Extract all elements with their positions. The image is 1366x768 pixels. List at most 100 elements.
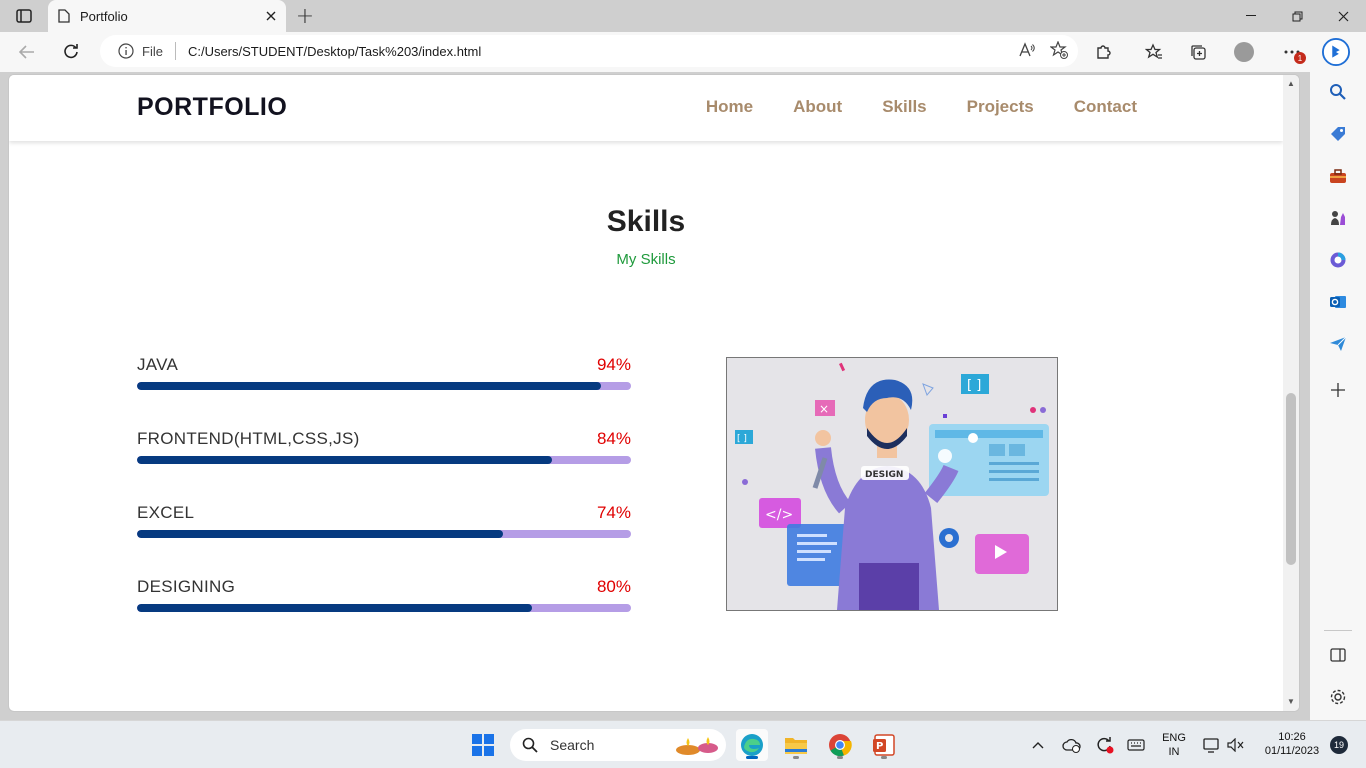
skill-progress-bar bbox=[137, 530, 631, 538]
sidebar-tools-button[interactable] bbox=[1324, 162, 1352, 190]
skill-item: EXCEL 74% bbox=[137, 501, 631, 538]
clock[interactable]: 10:26 01/11/2023 bbox=[1252, 730, 1332, 758]
skills-illustration: [ ] [ ] </> × DESIGN bbox=[726, 357, 1058, 611]
tray-overflow-button[interactable] bbox=[1024, 729, 1052, 761]
new-tab-button[interactable]: + bbox=[292, 4, 318, 29]
taskbar-chrome[interactable] bbox=[824, 729, 856, 761]
svg-text:×: × bbox=[819, 402, 829, 416]
taskbar-search[interactable]: Search bbox=[510, 729, 726, 761]
clock-time: 10:26 bbox=[1278, 731, 1306, 743]
collections-icon bbox=[1191, 45, 1206, 60]
start-button[interactable] bbox=[467, 729, 499, 761]
sidebar-send-button[interactable] bbox=[1324, 330, 1352, 358]
language-indicator[interactable]: ENG IN bbox=[1156, 731, 1192, 759]
region-code: IN bbox=[1168, 746, 1180, 758]
sidebar-search-button[interactable] bbox=[1324, 78, 1352, 106]
sidebar-shopping-button[interactable] bbox=[1324, 120, 1352, 148]
read-aloud-icon[interactable] bbox=[1018, 41, 1036, 59]
illustration-shirt-text: DESIGN bbox=[865, 470, 903, 480]
skill-progress-fill bbox=[137, 456, 552, 464]
skill-percent: 80% bbox=[596, 577, 631, 596]
close-window-button[interactable] bbox=[1320, 0, 1366, 32]
minimize-button[interactable] bbox=[1228, 0, 1274, 32]
keyboard-icon bbox=[1127, 739, 1145, 751]
tray-update[interactable] bbox=[1090, 729, 1118, 761]
skill-progress-bar bbox=[137, 382, 631, 390]
taskbar-edge[interactable] bbox=[736, 729, 768, 761]
tab-actions-button[interactable] bbox=[8, 4, 40, 28]
skill-progress-fill bbox=[137, 604, 533, 612]
running-indicator bbox=[793, 756, 799, 759]
tray-onedrive[interactable] bbox=[1058, 729, 1086, 761]
settings-more-button[interactable]: 1 bbox=[1278, 38, 1306, 66]
favorites-button[interactable] bbox=[1140, 38, 1168, 66]
sidebar-add-button[interactable] bbox=[1324, 376, 1352, 404]
copilot-button[interactable] bbox=[1322, 38, 1350, 66]
sidebar-games-button[interactable] bbox=[1324, 204, 1352, 232]
scroll-up-icon[interactable]: ▲ bbox=[1287, 79, 1295, 88]
shopping-tag-icon bbox=[1331, 127, 1345, 141]
scroll-down-icon[interactable]: ▼ bbox=[1287, 697, 1295, 706]
profile-button[interactable] bbox=[1230, 38, 1258, 66]
sidebar-office-button[interactable] bbox=[1324, 246, 1352, 274]
svg-text:[ ]: [ ] bbox=[737, 434, 747, 444]
menu-skills[interactable]: Skills bbox=[882, 97, 926, 117]
sidebar-hide-button[interactable] bbox=[1324, 641, 1352, 669]
running-indicator bbox=[881, 756, 887, 759]
volume-muted-icon bbox=[1227, 738, 1244, 752]
browser-tab[interactable]: Portfolio bbox=[48, 0, 286, 32]
language-code: ENG bbox=[1162, 732, 1186, 744]
restore-button[interactable] bbox=[1274, 0, 1320, 32]
add-favorite-icon[interactable] bbox=[1050, 41, 1068, 59]
chevron-up-icon bbox=[1032, 742, 1044, 749]
browser-tab-bar: Portfolio + bbox=[0, 0, 1366, 32]
back-arrow-icon bbox=[19, 45, 34, 59]
taskbar-file-explorer[interactable] bbox=[780, 729, 812, 761]
site-logo[interactable]: PORTFOLIO bbox=[137, 93, 287, 122]
active-indicator bbox=[746, 756, 758, 759]
diwali-lamp-icon bbox=[676, 737, 718, 755]
extensions-button[interactable] bbox=[1090, 38, 1118, 66]
url-text[interactable]: C:/Users/STUDENT/Desktop/Task%203/index.… bbox=[188, 44, 481, 59]
favorites-icon bbox=[1145, 43, 1162, 59]
office-icon bbox=[1330, 252, 1346, 268]
clock-date: 01/11/2023 bbox=[1264, 745, 1320, 757]
running-indicator bbox=[837, 756, 843, 759]
tab-title: Portfolio bbox=[80, 8, 128, 24]
close-tab-icon[interactable] bbox=[266, 11, 276, 21]
skill-progress-bar bbox=[137, 456, 631, 464]
notification-count-badge[interactable]: 19 bbox=[1330, 736, 1348, 754]
back-button[interactable] bbox=[12, 38, 42, 66]
main-menu: Home About Skills Projects Contact bbox=[706, 97, 1137, 117]
page-icon bbox=[58, 9, 70, 23]
skill-percent: 84% bbox=[596, 429, 631, 448]
scrollbar-thumb[interactable] bbox=[1286, 393, 1296, 565]
page-scrollbar[interactable]: ▲ ▼ bbox=[1283, 75, 1299, 711]
notification-badge: 1 bbox=[1294, 52, 1306, 64]
address-bar[interactable]: File C:/Users/STUDENT/Desktop/Task%203/i… bbox=[100, 35, 1078, 67]
url-separator bbox=[174, 42, 176, 60]
sidebar-divider bbox=[1324, 630, 1352, 631]
search-icon bbox=[522, 737, 538, 753]
browser-toolbar: File C:/Users/STUDENT/Desktop/Task%203/i… bbox=[0, 32, 1366, 72]
chrome-icon bbox=[829, 734, 852, 757]
menu-home[interactable]: Home bbox=[706, 97, 753, 117]
sidebar-outlook-button[interactable] bbox=[1324, 288, 1352, 316]
sidebar-settings-button[interactable] bbox=[1324, 683, 1352, 711]
powerpoint-icon: P bbox=[873, 734, 895, 756]
chess-piece-icon bbox=[1331, 211, 1345, 225]
skill-item: JAVA 94% bbox=[137, 353, 631, 390]
restore-icon bbox=[1292, 11, 1302, 21]
menu-projects[interactable]: Projects bbox=[967, 97, 1034, 117]
close-icon bbox=[1338, 11, 1348, 21]
tray-keyboard[interactable] bbox=[1122, 729, 1150, 761]
gear-icon bbox=[1330, 689, 1346, 705]
toolbox-icon bbox=[1330, 169, 1346, 183]
refresh-button[interactable] bbox=[56, 38, 86, 66]
taskbar-powerpoint[interactable]: P bbox=[868, 729, 900, 761]
search-label: Search bbox=[550, 737, 595, 753]
tray-volume[interactable] bbox=[1222, 729, 1250, 761]
collections-button[interactable] bbox=[1184, 38, 1212, 66]
menu-contact[interactable]: Contact bbox=[1074, 97, 1137, 117]
menu-about[interactable]: About bbox=[793, 97, 842, 117]
